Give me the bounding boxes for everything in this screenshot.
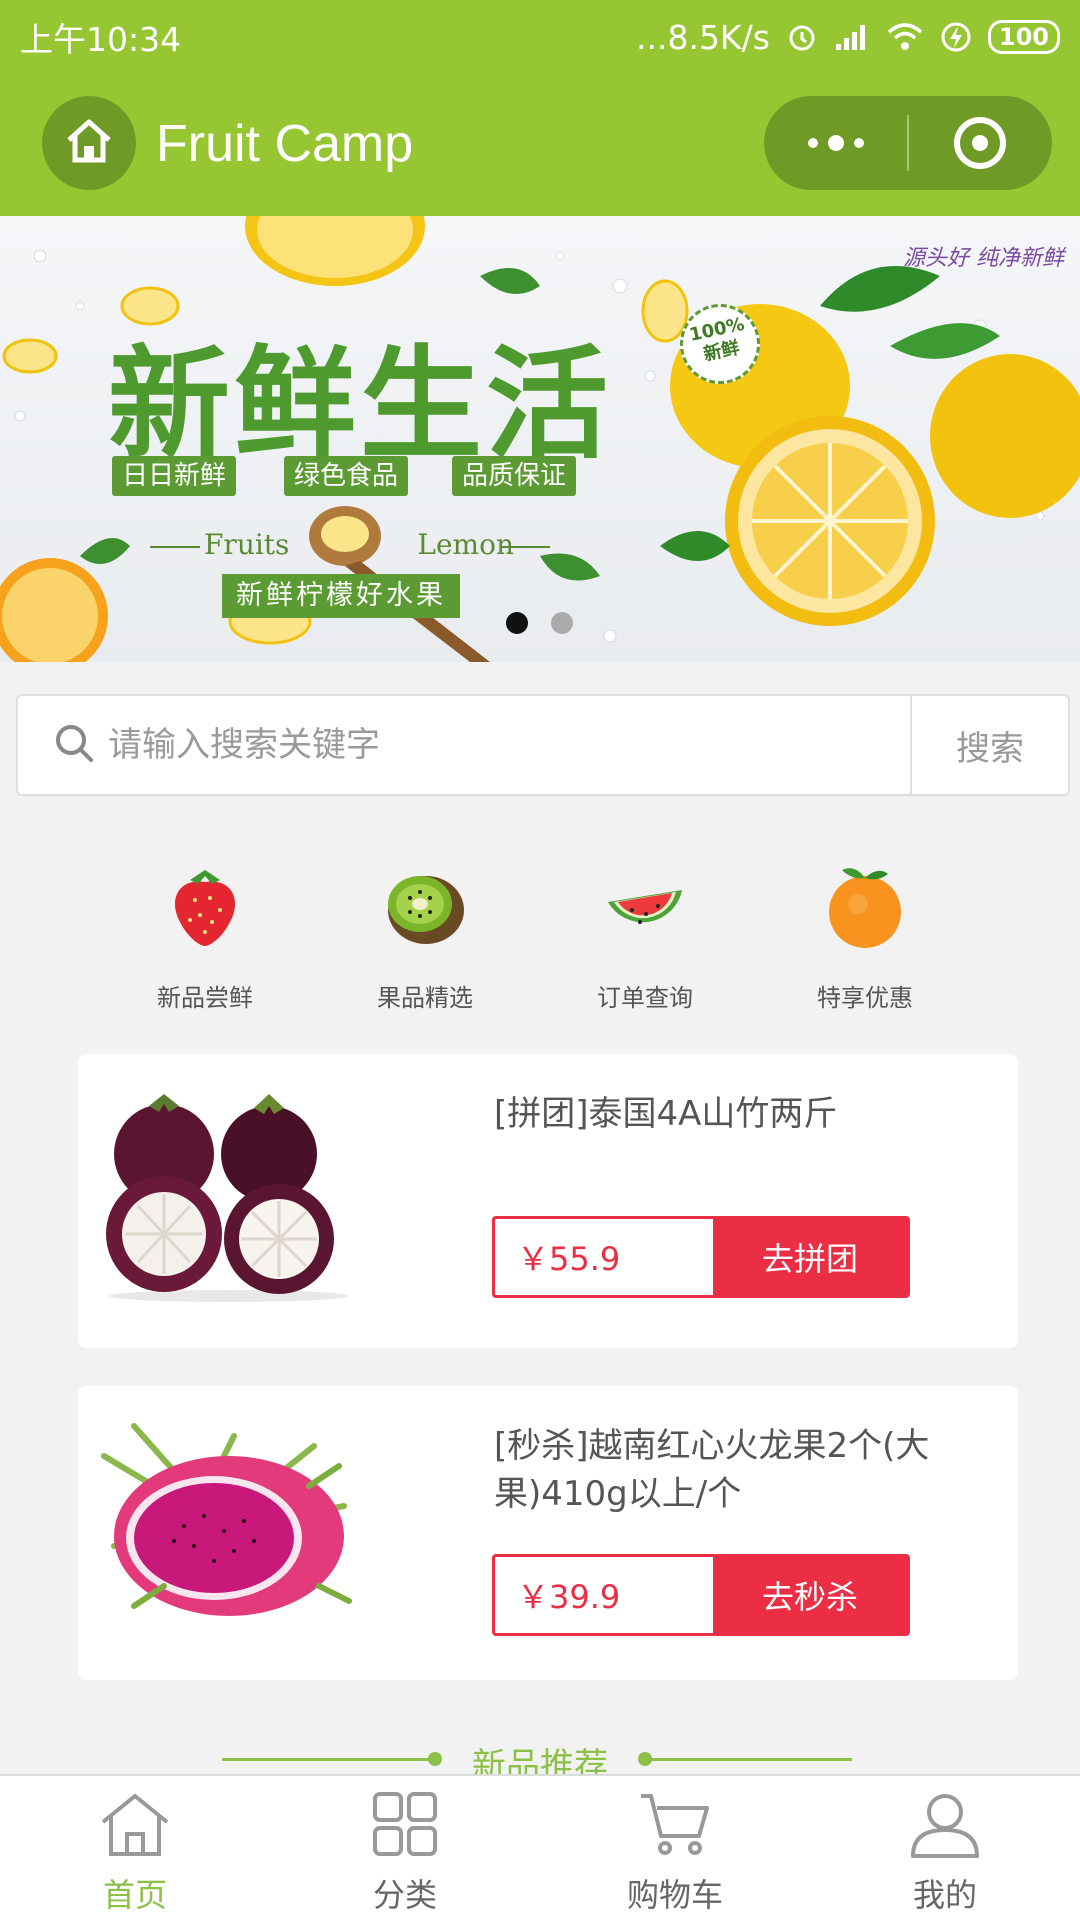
product-card-dragon-fruit[interactable]: [秒杀]越南红心火龙果2个(大果)410g以上/个 ￥39.9 去秒杀 — [78, 1386, 1018, 1680]
product-title[interactable]: [拼团]泰国4A山竹两斤 — [494, 1090, 1004, 1138]
status-indicators: ...8.5K/s 100 — [636, 18, 1060, 57]
tab-category[interactable]: 分类 — [270, 1776, 540, 1920]
tab-label: 分类 — [372, 1876, 437, 1914]
product-card-mangosteen[interactable]: [拼团]泰国4A山竹两斤 ￥55.9 去拼团 — [78, 1054, 1018, 1348]
product-price: ￥39.9 — [517, 1578, 621, 1616]
category-label: 订单查询 — [597, 984, 693, 1012]
carousel-dot-1[interactable] — [506, 612, 528, 634]
category-label: 果品精选 — [377, 984, 473, 1012]
banner-lemon-word: Lemon — [417, 528, 514, 561]
banner-fruits-lemon: Fruits Lemon — [150, 528, 570, 561]
price-action-group: ￥55.9 去拼团 — [492, 1216, 910, 1298]
banner-signature: 源头好 纯净新鲜 — [903, 246, 1064, 271]
search-field[interactable] — [18, 696, 910, 794]
user-icon — [907, 1790, 983, 1864]
tab-label: 购物车 — [626, 1876, 723, 1914]
category-new-taste[interactable]: 新品尝鲜 — [120, 860, 290, 1013]
kiwi-icon — [380, 860, 470, 950]
carousel-dot-2[interactable] — [551, 612, 573, 634]
category-nav: 新品尝鲜 果品精选 订单查询 特享优惠 — [0, 860, 1080, 1020]
heading-line-right — [646, 1758, 852, 1761]
navigation-bar: Fruit Camp — [0, 74, 1080, 216]
status-time: 上午10:34 — [20, 20, 182, 59]
battery-indicator: 100 — [987, 20, 1060, 54]
network-speed: ...8.5K/s — [635, 17, 770, 57]
wifi-icon — [886, 22, 924, 52]
banner-tag-green: 绿色食品 — [284, 456, 409, 496]
banner-tag-quality: 品质保证 — [452, 456, 577, 496]
home-icon — [97, 1790, 173, 1864]
alarm-icon — [786, 21, 818, 53]
orange-icon — [820, 860, 910, 950]
target-icon — [954, 117, 1007, 169]
more-menu-button[interactable] — [764, 96, 907, 190]
charging-icon — [940, 21, 972, 53]
price-action-group: ￥39.9 去秒杀 — [492, 1554, 910, 1636]
search-input[interactable] — [108, 725, 808, 765]
category-label: 新品尝鲜 — [157, 984, 253, 1012]
banner-subtitle: 新鲜柠檬好水果 — [222, 574, 460, 618]
tab-label: 我的 — [912, 1876, 977, 1914]
category-selected-fruit[interactable]: 果品精选 — [340, 860, 510, 1013]
dragon-fruit-image — [94, 1416, 364, 1636]
home-icon — [65, 118, 113, 168]
flash-sale-button[interactable]: 去秒杀 — [713, 1557, 907, 1633]
banner-carousel[interactable]: 新鲜生活 日日新鲜 绿色食品 品质保证 Fruits Lemon 新鲜柠檬好水果… — [0, 216, 1080, 662]
strawberry-icon — [160, 860, 250, 950]
search-button[interactable]: 搜索 — [910, 696, 1068, 794]
grid-icon — [367, 1790, 443, 1864]
banner-fruits-word: Fruits — [204, 528, 290, 561]
tab-label: 首页 — [102, 1876, 167, 1914]
bottom-tab-bar: 首页 分类 购物车 我的 — [0, 1774, 1080, 1920]
product-title[interactable]: [秒杀]越南红心火龙果2个(大果)410g以上/个 — [494, 1422, 1004, 1518]
home-button[interactable] — [42, 96, 136, 190]
search-icon — [54, 723, 94, 767]
close-program-button[interactable] — [909, 96, 1052, 190]
signal-icon — [834, 22, 870, 52]
tab-profile[interactable]: 我的 — [810, 1776, 1080, 1920]
tab-cart[interactable]: 购物车 — [540, 1776, 810, 1920]
mini-program-capsule — [764, 96, 1052, 190]
group-buy-button[interactable]: 去拼团 — [713, 1219, 907, 1295]
app-title: Fruit Camp — [156, 115, 414, 173]
category-order-query[interactable]: 订单查询 — [560, 860, 730, 1013]
search-section: 搜索 — [0, 662, 1080, 830]
category-special-offer[interactable]: 特享优惠 — [780, 860, 950, 1013]
tab-home[interactable]: 首页 — [0, 1776, 270, 1920]
cart-icon — [637, 1790, 713, 1864]
mangosteen-image — [94, 1084, 364, 1304]
more-dots-icon — [807, 135, 864, 151]
product-price: ￥55.9 — [517, 1240, 621, 1278]
status-bar: 上午10:34 ...8.5K/s 100 — [0, 0, 1080, 74]
category-label: 特享优惠 — [817, 984, 913, 1012]
search-bar: 搜索 — [16, 694, 1070, 796]
banner-tag-fresh: 日日新鲜 — [112, 456, 237, 496]
watermelon-icon — [600, 860, 690, 950]
